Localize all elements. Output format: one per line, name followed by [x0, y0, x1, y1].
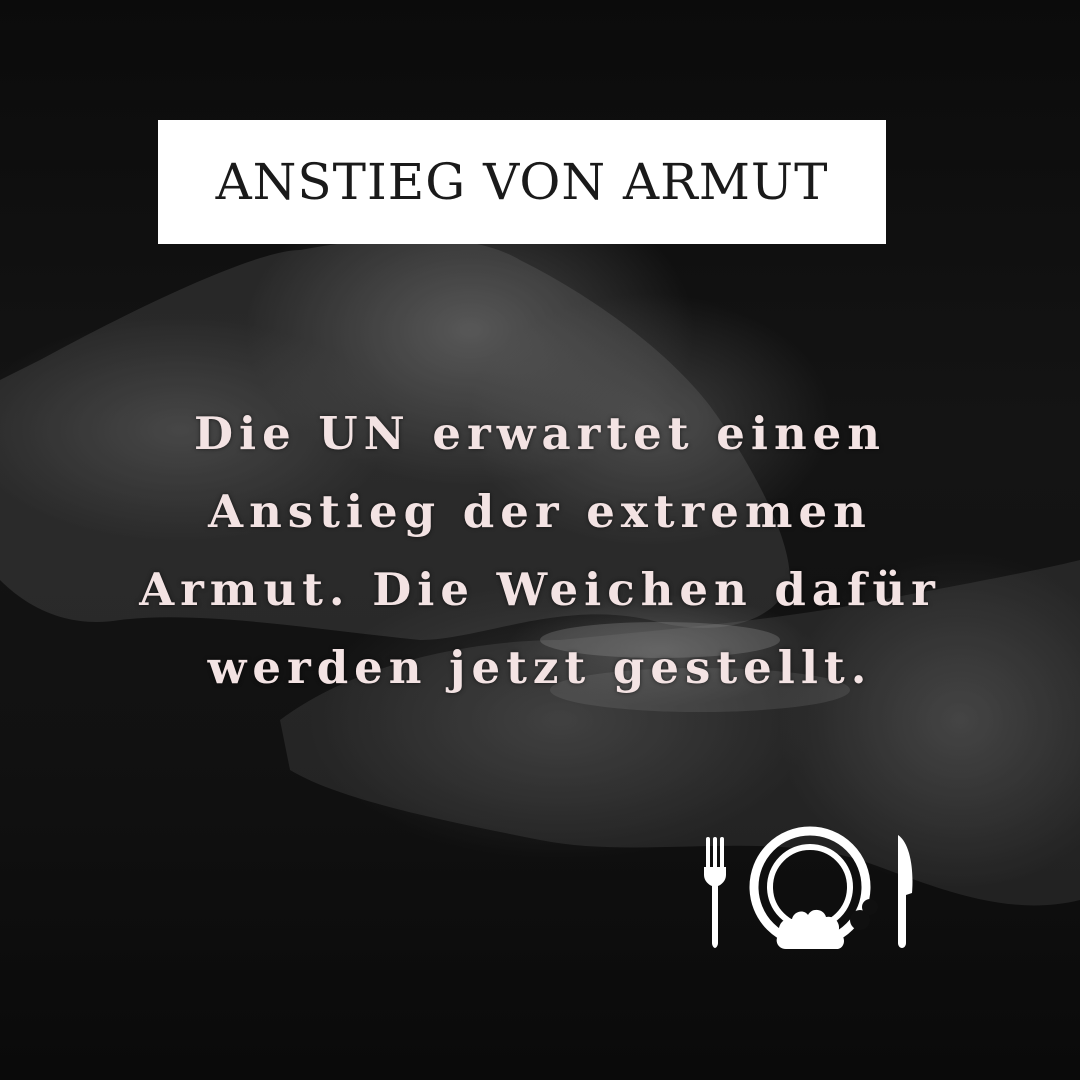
headline-banner: ANSTIEG VON ARMUT [158, 120, 886, 244]
body-line-3: Armut. Die Weichen dafür [139, 563, 941, 616]
headline-title: ANSTIEG VON ARMUT [215, 153, 829, 211]
body-quote: Die UN erwartet einen Anstieg der extrem… [80, 395, 1000, 707]
body-line-2: Anstieg der extremen [208, 485, 872, 538]
body-line-4: werden jetzt gestellt. [207, 641, 873, 694]
plate-fork-knife-icon [704, 826, 913, 949]
post-canvas: ANSTIEG VON ARMUT Die UN erwartet einen … [0, 0, 1080, 1080]
body-line-1: Die UN erwartet einen [193, 407, 887, 460]
